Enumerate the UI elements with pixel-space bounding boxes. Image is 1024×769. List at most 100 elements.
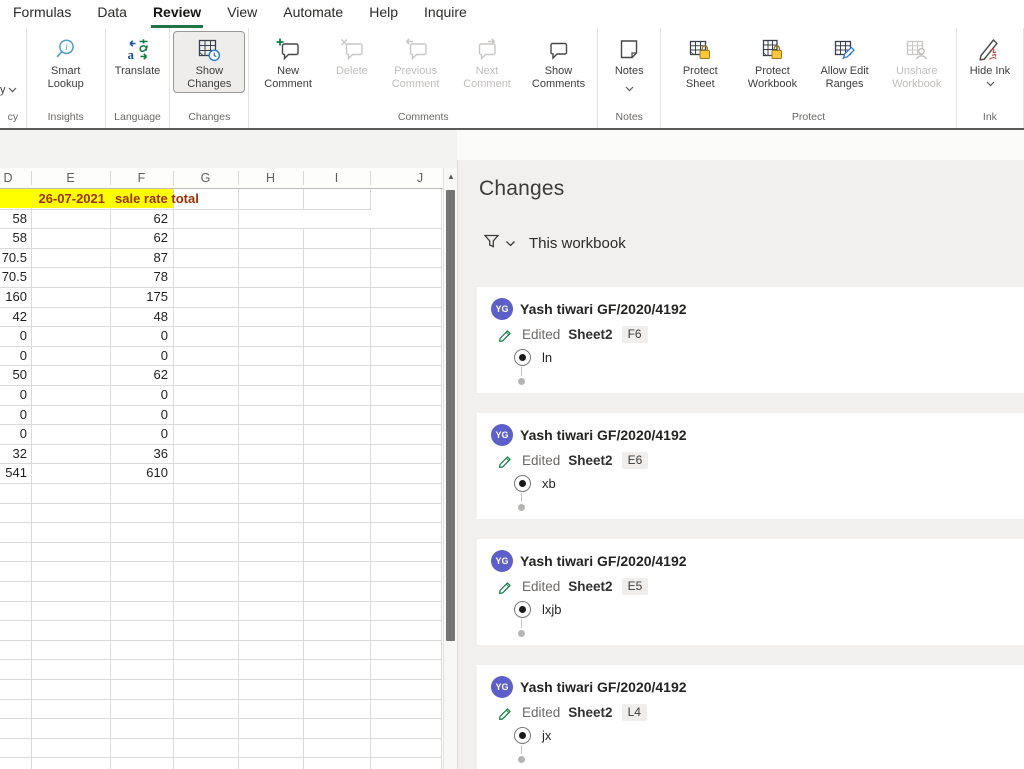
- column-header-H[interactable]: H: [266, 168, 275, 188]
- cell-value-F[interactable]: 62: [110, 365, 168, 384]
- cell-value-F[interactable]: 0: [110, 326, 168, 345]
- changes-pane: Changes This workbook YG Yash tiwari GF/2…: [457, 160, 1024, 769]
- scrollbar-thumb[interactable]: [446, 190, 455, 641]
- column-header-F[interactable]: F: [138, 168, 146, 188]
- protect-workbook-icon: [759, 34, 785, 65]
- smart-lookup-button[interactable]: i Smart Lookup: [30, 31, 102, 93]
- column-header-G[interactable]: G: [201, 168, 211, 188]
- value-row: ln: [514, 349, 552, 366]
- cell-value-D[interactable]: 0: [0, 385, 27, 404]
- cell-value-F[interactable]: 0: [110, 385, 168, 404]
- cell-date[interactable]: 26-07-2021: [31, 189, 106, 208]
- tab-help[interactable]: Help: [356, 0, 411, 28]
- cell-value-F[interactable]: 48: [110, 307, 168, 326]
- ribbon-button-label: Show Comments: [531, 65, 586, 90]
- clipped-ribbon-button[interactable]: y: [0, 28, 26, 108]
- show-comments-button[interactable]: Show Comments: [523, 31, 594, 93]
- scroll-up-arrow-icon[interactable]: ▲: [444, 173, 458, 181]
- cell-value-F[interactable]: 78: [110, 267, 168, 286]
- cell-value-F[interactable]: 36: [110, 444, 168, 463]
- column-divider: [173, 171, 174, 185]
- ribbon-group-label: Notes: [615, 111, 643, 123]
- change-card[interactable]: YG Yash tiwari GF/2020/4192 Edited Sheet2 F6…: [477, 287, 1024, 393]
- cell-value-D[interactable]: 0: [0, 405, 27, 424]
- allow-edit-ranges-button[interactable]: Allow Edit Ranges: [809, 31, 881, 93]
- sheet-name: Sheet2: [568, 327, 613, 342]
- notes-button[interactable]: Notes: [601, 31, 657, 99]
- cell-value-D[interactable]: 160: [0, 287, 27, 306]
- cell-value-D[interactable]: 0: [0, 346, 27, 365]
- ribbon-group-label: Ink: [982, 111, 997, 123]
- formula-bar-area: [0, 130, 457, 168]
- sheet-name: Sheet2: [568, 579, 613, 594]
- edit-summary: Edited Sheet2 F6: [498, 326, 648, 343]
- notes-icon: [616, 34, 642, 65]
- column-header-D[interactable]: D: [3, 168, 12, 188]
- edited-value: jx: [542, 728, 552, 743]
- gridline: [173, 189, 174, 769]
- cell-value-D[interactable]: 58: [0, 228, 27, 247]
- ribbon-group-label: Language: [114, 111, 161, 123]
- cell-value-F[interactable]: 0: [110, 346, 168, 365]
- ribbon-button-label: Smart Lookup: [47, 65, 84, 90]
- gridline: [0, 247, 442, 249]
- cell-value-F[interactable]: 62: [110, 209, 168, 228]
- tab-view[interactable]: View: [214, 0, 270, 28]
- tab-formulas[interactable]: Formulas: [0, 0, 84, 28]
- cell-value-D[interactable]: 42: [0, 307, 27, 326]
- change-card[interactable]: YG Yash tiwari GF/2020/4192 Edited Sheet2 L4…: [477, 665, 1024, 769]
- filter-control[interactable]: This workbook: [483, 233, 626, 254]
- gridline: [0, 385, 442, 386]
- cell-value-F[interactable]: 610: [110, 463, 168, 482]
- cell-value-D[interactable]: 0: [0, 424, 27, 443]
- gridline: [370, 189, 371, 769]
- column-headers[interactable]: D E F G H I J: [0, 168, 443, 189]
- cell-value-D[interactable]: 541: [0, 463, 27, 482]
- column-header-J[interactable]: J: [417, 168, 423, 188]
- column-divider: [31, 171, 32, 185]
- show-changes-button[interactable]: Show Changes: [173, 31, 246, 93]
- cell-sale-rate-total[interactable]: sale rate total: [115, 189, 199, 208]
- ribbon-group-language: a Translate Language: [106, 28, 171, 128]
- new-comment-button[interactable]: New Comment: [252, 31, 323, 93]
- spreadsheet-grid[interactable]: 26-07-2021 sale rate total 58 62 58 62 70.5 87 7…: [0, 189, 443, 769]
- column-header-E[interactable]: E: [66, 168, 74, 188]
- tab-inquire[interactable]: Inquire: [411, 0, 480, 28]
- vertical-scrollbar[interactable]: ▲: [443, 168, 458, 769]
- cell-value-F[interactable]: 87: [110, 248, 168, 267]
- next-comment-button: Next Comment: [451, 31, 522, 93]
- tab-data[interactable]: Data: [84, 0, 140, 28]
- cell-value-F[interactable]: 175: [110, 287, 168, 306]
- cell-value-D[interactable]: 50: [0, 365, 27, 384]
- cell-value-F[interactable]: 0: [110, 424, 168, 443]
- cell-value-D[interactable]: 58: [0, 209, 27, 228]
- gridline: [31, 189, 32, 769]
- hide-ink-button[interactable]: Hide Ink: [960, 31, 1020, 93]
- cell-value-D[interactable]: 0: [0, 326, 27, 345]
- tab-automate[interactable]: Automate: [270, 0, 356, 28]
- current-value-bullet-icon: [514, 727, 531, 744]
- cell-value-D[interactable]: 70.5: [0, 267, 27, 286]
- gridline: [0, 463, 442, 465]
- protect-sheet-button[interactable]: Protect Sheet: [664, 31, 736, 93]
- filter-icon[interactable]: [483, 233, 500, 254]
- ribbon-group-label: cy: [7, 111, 19, 123]
- change-card[interactable]: YG Yash tiwari GF/2020/4192 Edited Sheet2 E5…: [477, 539, 1024, 645]
- cell-reference-badge[interactable]: E5: [621, 578, 649, 595]
- change-card[interactable]: YG Yash tiwari GF/2020/4192 Edited Sheet2 E6…: [477, 413, 1024, 519]
- cell-value-D[interactable]: 70.5: [0, 248, 27, 267]
- tab-review[interactable]: Review: [140, 0, 214, 28]
- tab-label: View: [227, 3, 258, 20]
- column-header-I[interactable]: I: [335, 168, 338, 188]
- cell-reference-badge[interactable]: L4: [621, 704, 647, 721]
- cell-value-F[interactable]: 0: [110, 405, 168, 424]
- white-filled-cells[interactable]: [239, 209, 441, 228]
- cell-reference-badge[interactable]: E6: [621, 452, 649, 469]
- chevron-down-icon[interactable]: [505, 240, 516, 247]
- protect-workbook-button[interactable]: Protect Workbook: [736, 31, 808, 93]
- cell-value-D[interactable]: 32: [0, 444, 27, 463]
- cell-value-F[interactable]: 62: [110, 228, 168, 247]
- gridline: [303, 189, 304, 769]
- translate-button[interactable]: a Translate: [109, 31, 166, 80]
- cell-reference-badge[interactable]: F6: [621, 326, 648, 343]
